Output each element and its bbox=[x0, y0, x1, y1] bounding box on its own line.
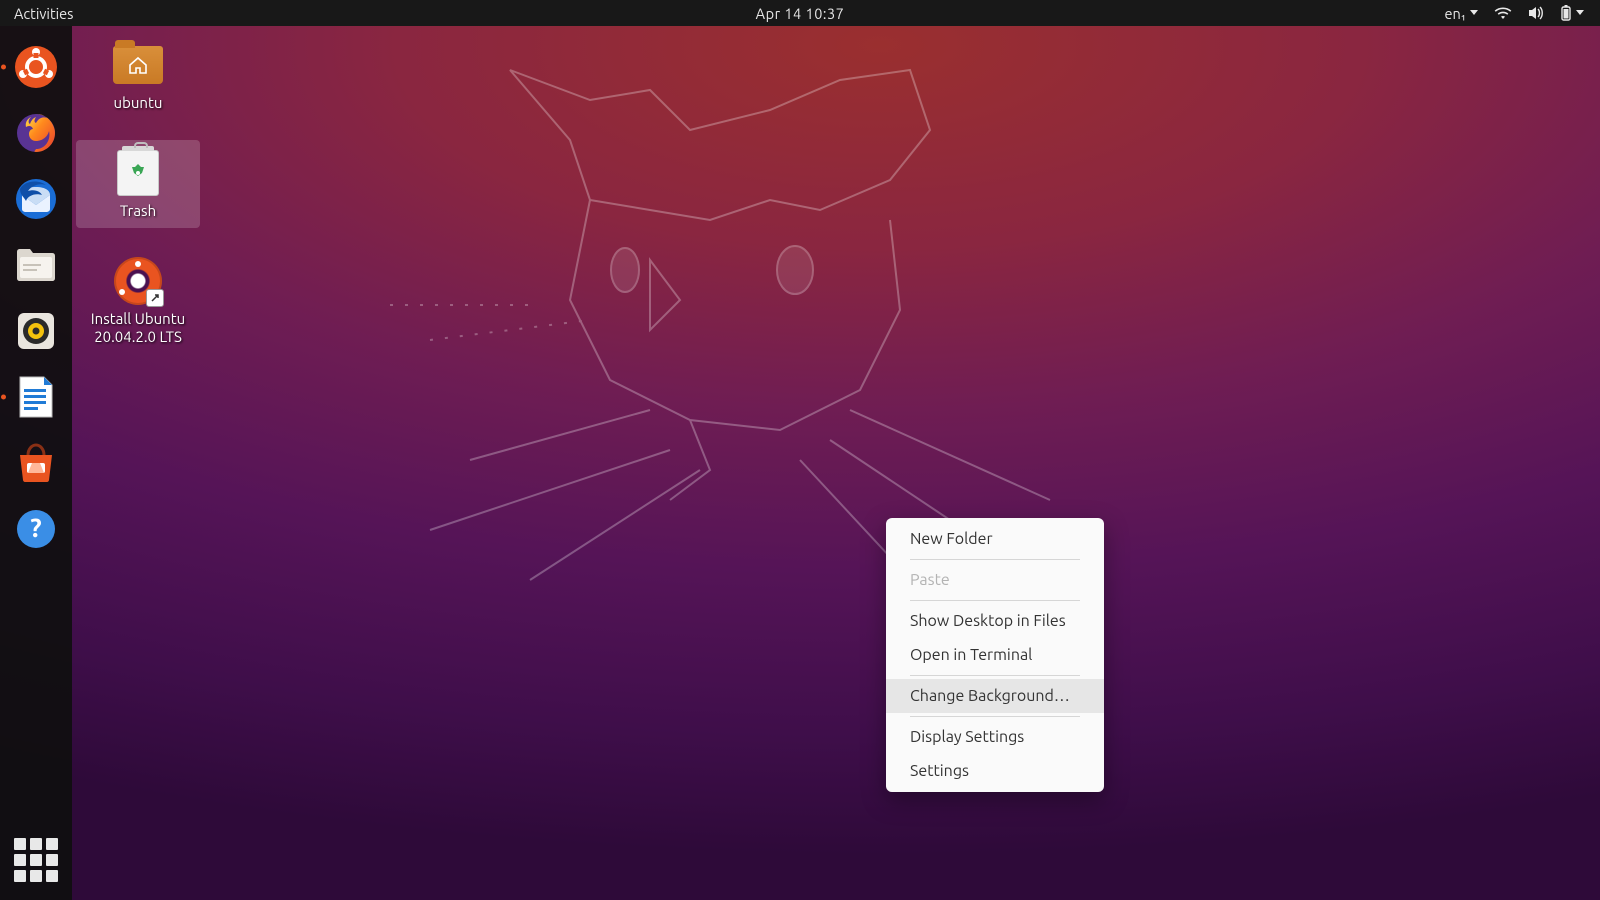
running-pip bbox=[1, 65, 6, 70]
desktop-context-menu: New Folder Paste Show Desktop in FilesOpen… bbox=[886, 518, 1104, 792]
help-icon[interactable]: ? bbox=[8, 501, 64, 557]
svg-text:?: ? bbox=[30, 513, 41, 542]
firefox-logo-icon bbox=[14, 111, 58, 155]
top-bar: Activities Apr 14 10:37 en₁ bbox=[0, 0, 1600, 26]
system-tray: en₁ bbox=[1445, 5, 1600, 22]
battery-icon bbox=[1560, 5, 1572, 21]
desktop-icon-trash[interactable]: Trash bbox=[76, 140, 200, 228]
context-menu-item[interactable]: Show Desktop in Files bbox=[886, 604, 1104, 638]
show-applications-button[interactable] bbox=[14, 838, 58, 882]
thunderbird-icon[interactable] bbox=[8, 171, 64, 227]
software-center-icon[interactable] bbox=[8, 435, 64, 491]
context-menu-item[interactable]: Open in Terminal bbox=[886, 638, 1104, 672]
context-menu-item[interactable]: Change Background… bbox=[886, 679, 1104, 713]
power-menu[interactable] bbox=[1560, 5, 1584, 21]
rhythmbox-icon[interactable] bbox=[8, 303, 64, 359]
activities-button[interactable]: Activities bbox=[0, 5, 87, 22]
context-menu-separator bbox=[910, 716, 1080, 717]
files-icon[interactable] bbox=[8, 237, 64, 293]
input-source-label: en₁ bbox=[1445, 5, 1467, 22]
desktop[interactable]: ubuntu Trash Install Ubuntu 20.04.2.0 LT… bbox=[72, 26, 1600, 900]
ubuntu-logo-icon bbox=[13, 44, 59, 90]
volume-indicator[interactable] bbox=[1528, 6, 1544, 20]
desktop-icon-label: Trash bbox=[120, 202, 156, 220]
speaker-app-icon bbox=[15, 310, 57, 352]
question-mark-icon: ? bbox=[15, 508, 57, 550]
desktop-icon-label: Install Ubuntu 20.04.2.0 LTS bbox=[91, 310, 185, 346]
clock[interactable]: Apr 14 10:37 bbox=[756, 5, 845, 22]
context-menu-separator bbox=[910, 600, 1080, 601]
libreoffice-writer-icon[interactable] bbox=[8, 369, 64, 425]
dock: ? bbox=[0, 26, 72, 900]
firefox-icon[interactable] bbox=[8, 105, 64, 161]
chevron-down-icon bbox=[1470, 10, 1478, 16]
folder-icon bbox=[15, 246, 57, 284]
home-folder-icon bbox=[112, 42, 164, 88]
context-menu-item: Paste bbox=[886, 563, 1104, 597]
speaker-icon bbox=[1528, 6, 1544, 20]
ubuntu-dash-icon[interactable] bbox=[8, 39, 64, 95]
trash-icon bbox=[112, 150, 164, 196]
context-menu-item[interactable]: New Folder bbox=[886, 522, 1104, 556]
thunderbird-logo-icon bbox=[14, 177, 58, 221]
context-menu-separator bbox=[910, 559, 1080, 560]
context-menu-separator bbox=[910, 675, 1080, 676]
context-menu-item[interactable]: Display Settings bbox=[886, 720, 1104, 754]
context-menu-item[interactable]: Settings bbox=[886, 754, 1104, 788]
input-source-indicator[interactable]: en₁ bbox=[1445, 5, 1479, 22]
desktop-icon-home[interactable]: ubuntu bbox=[76, 32, 200, 120]
writer-logo-icon bbox=[16, 375, 56, 419]
desktop-icon-installer[interactable]: Install Ubuntu 20.04.2.0 LTS bbox=[76, 248, 200, 354]
desktop-icon-label: ubuntu bbox=[114, 94, 163, 112]
network-indicator[interactable] bbox=[1494, 6, 1512, 20]
chevron-down-icon bbox=[1576, 10, 1584, 16]
shopping-bag-icon bbox=[14, 443, 58, 483]
installer-icon bbox=[112, 258, 164, 304]
wifi-icon bbox=[1494, 6, 1512, 20]
running-pip bbox=[1, 395, 6, 400]
